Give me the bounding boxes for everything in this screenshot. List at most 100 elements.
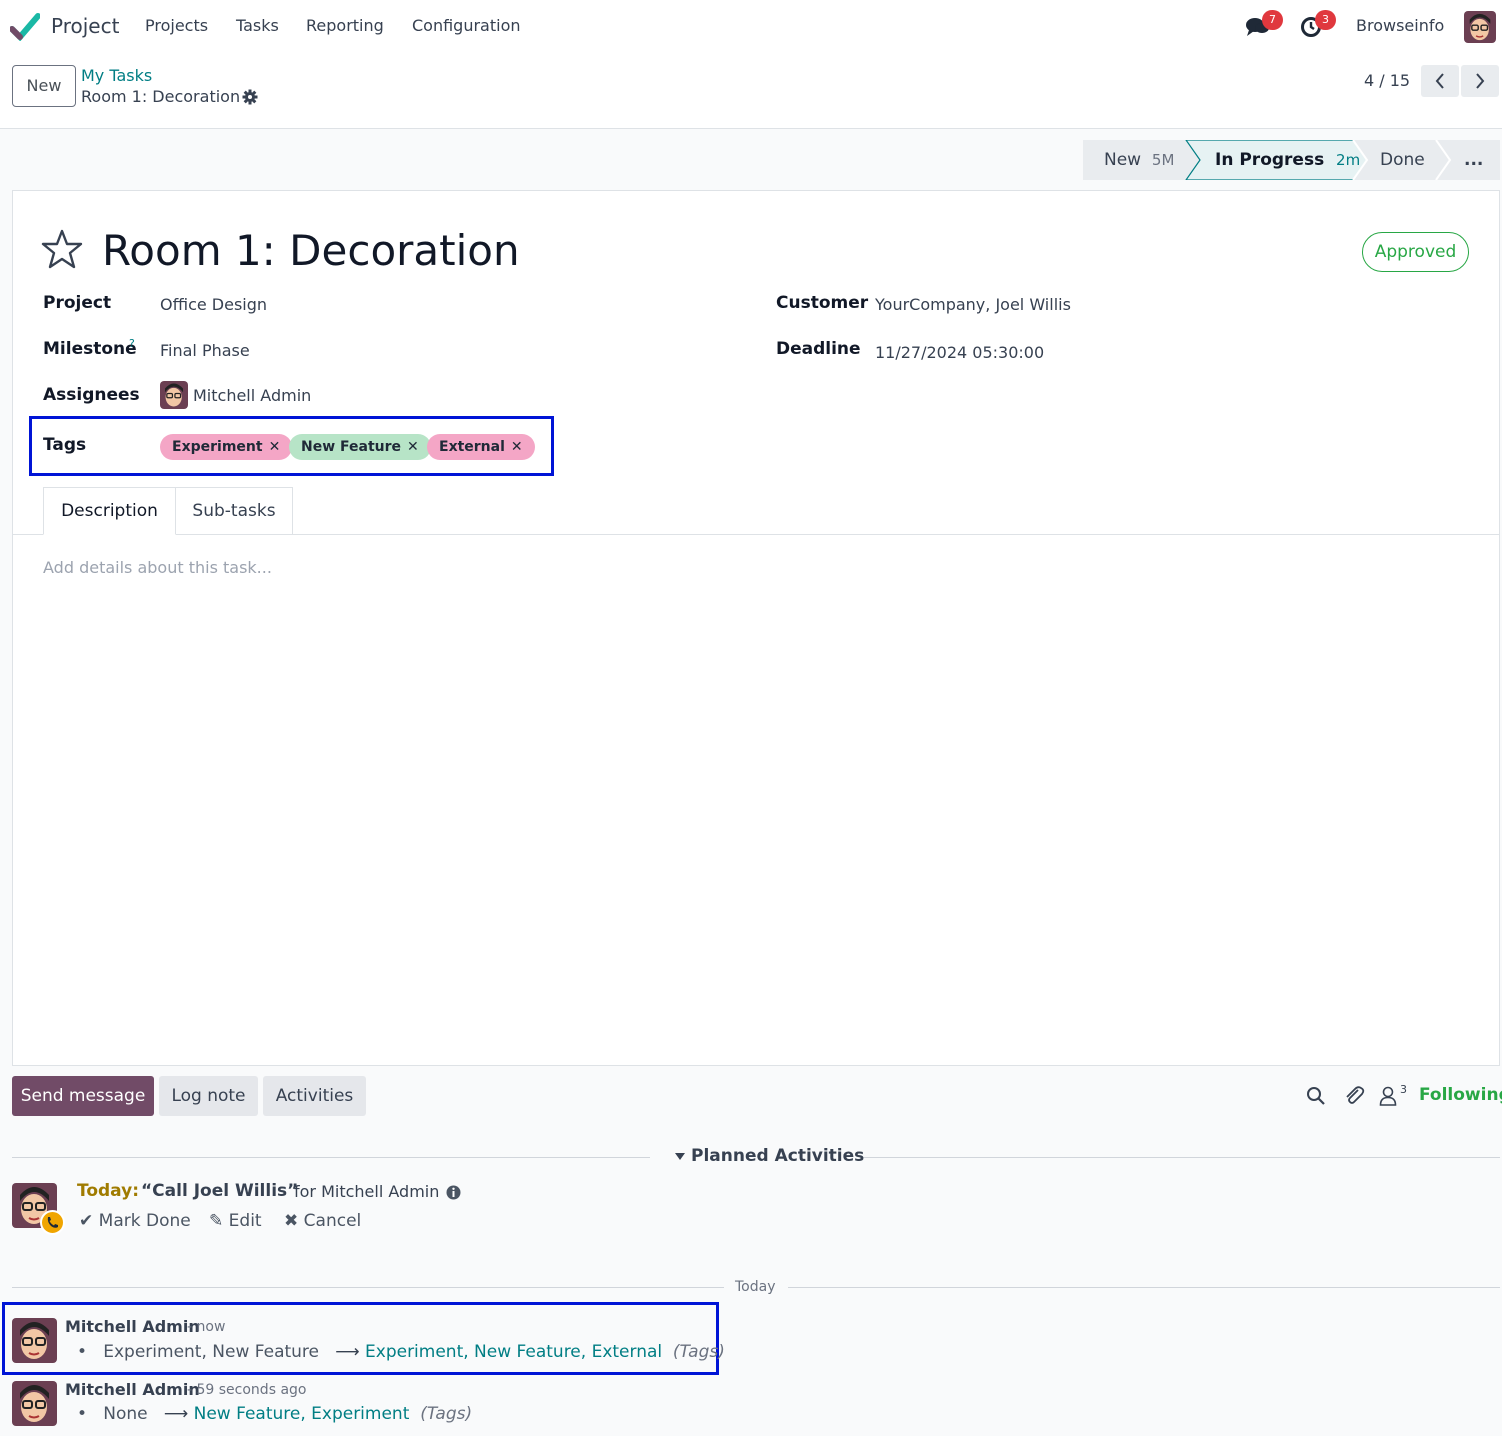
status-badge[interactable]: Approved (1362, 232, 1469, 272)
project-label: Project (43, 293, 112, 313)
message-avatar (12, 1318, 57, 1363)
chevron-left-icon (1435, 73, 1444, 89)
tracking-new-value: New Feature, Experiment (193, 1404, 410, 1424)
menu-projects[interactable]: Projects (145, 16, 208, 35)
arrow-right-icon: ⟶ (163, 1404, 189, 1424)
check-icon: ✔ (79, 1211, 94, 1231)
planned-divider-right (862, 1157, 1500, 1158)
breadcrumb-my-tasks[interactable]: My Tasks (81, 66, 152, 85)
message-author[interactable]: Mitchell Admin (65, 1317, 200, 1336)
description-editor[interactable]: Add details about this task... (43, 558, 272, 577)
activities-button[interactable]: Activities (263, 1076, 366, 1116)
stage-new-duration: 5M (1151, 151, 1175, 169)
tag-experiment[interactable]: Experiment ✕ (160, 434, 293, 460)
log-note-button[interactable]: Log note (159, 1076, 258, 1116)
edit-activity-button[interactable]: ✎ Edit (209, 1211, 262, 1231)
deadline-field[interactable]: 11/27/2024 05:30:00 (875, 343, 1044, 362)
message-author[interactable]: Mitchell Admin (65, 1380, 200, 1399)
cancel-x-icon: ✖ (284, 1211, 299, 1231)
stage-new[interactable]: New 5M (1104, 140, 1174, 180)
menu-tasks[interactable]: Tasks (236, 16, 279, 35)
followers-count: 3 (1400, 1083, 1407, 1096)
activities-badge: 3 (1315, 10, 1336, 30)
planned-divider-left (12, 1157, 650, 1158)
bullet: • (77, 1342, 88, 1362)
project-app-logo-icon[interactable] (10, 13, 40, 41)
date-separator: Today (735, 1279, 776, 1295)
paperclip-icon[interactable] (1343, 1085, 1365, 1107)
message-time: - 59 seconds ago (187, 1382, 307, 1398)
tracking-value: • Experiment, New Feature ⟶ Experiment, … (77, 1342, 725, 1362)
today-divider-right (788, 1287, 1500, 1288)
deadline-label: Deadline (776, 339, 861, 359)
info-icon[interactable] (446, 1185, 461, 1200)
stage-done[interactable]: Done (1380, 140, 1425, 180)
stage-more-button[interactable]: ... (1464, 140, 1483, 180)
arrow-right-icon: ⟶ (335, 1342, 360, 1362)
messages-badge: 7 (1262, 10, 1283, 30)
user-avatar[interactable] (1464, 11, 1496, 43)
phone-icon (40, 1210, 65, 1235)
chevron-right-icon (1476, 73, 1485, 89)
activity-due: Today: (77, 1181, 140, 1201)
tag-new-feature[interactable]: New Feature ✕ (289, 434, 431, 460)
tracking-new-value: Experiment, New Feature, External (365, 1342, 663, 1362)
gear-icon[interactable] (242, 89, 258, 105)
planned-activities-toggle[interactable]: Planned Activities (691, 1146, 864, 1166)
stage-in-progress-duration: 2m (1336, 151, 1361, 169)
project-field[interactable]: Office Design (160, 295, 267, 314)
pager-previous-button[interactable] (1421, 65, 1459, 97)
remove-tag-icon[interactable]: ✕ (269, 439, 281, 455)
customer-label: Customer (776, 293, 869, 313)
pencil-icon: ✎ (209, 1211, 224, 1231)
cancel-activity-button[interactable]: ✖ Cancel (284, 1211, 361, 1231)
send-message-button[interactable]: Send message (12, 1076, 154, 1116)
tracking-field-name: (Tags) (420, 1404, 473, 1424)
task-form-sheet (12, 190, 1500, 1066)
message-avatar-icon (12, 1318, 57, 1363)
assignee-avatar (160, 381, 188, 409)
mark-done-button[interactable]: ✔ Mark Done (79, 1211, 191, 1231)
tab-description[interactable]: Description (43, 487, 176, 535)
milestone-field[interactable]: Final Phase (160, 341, 250, 360)
tracking-old-value: Experiment, New Feature (103, 1342, 320, 1362)
message-avatar-icon (12, 1381, 57, 1426)
search-icon[interactable] (1306, 1086, 1326, 1106)
caret-down-icon[interactable] (674, 1152, 686, 1162)
tracking-old-value: None (103, 1404, 148, 1424)
menu-reporting[interactable]: Reporting (306, 16, 384, 35)
assignees-label: Assignees (43, 385, 140, 405)
pager-next-button[interactable] (1461, 65, 1499, 97)
remove-tag-icon[interactable]: ✕ (407, 439, 419, 455)
pager-value[interactable]: 4 / 15 (1364, 71, 1410, 90)
customer-field[interactable]: YourCompany, Joel Willis (875, 295, 1071, 314)
followers-icon[interactable] (1379, 1086, 1397, 1106)
activity-assignee: for Mitchell Admin (294, 1182, 440, 1201)
message-time: - now (187, 1319, 226, 1335)
new-button[interactable]: New (12, 65, 76, 107)
top-navbar: Project Projects Tasks Reporting Configu… (0, 0, 1502, 54)
assignee-field[interactable]: Mitchell Admin (193, 386, 311, 405)
stage-in-progress[interactable]: In Progress 2m (1215, 140, 1360, 180)
tracking-value: • None ⟶ New Feature, Experiment (Tags) (77, 1404, 472, 1424)
company-switcher[interactable]: Browseinfo (1356, 16, 1444, 35)
assignee-avatar-icon (160, 381, 188, 409)
tab-sub-tasks[interactable]: Sub-tasks (176, 487, 293, 535)
tag-external[interactable]: External ✕ (427, 434, 535, 460)
breadcrumb-current: Room 1: Decoration (81, 87, 241, 106)
tags-label: Tags (43, 435, 87, 455)
today-divider-left (12, 1287, 724, 1288)
menu-configuration[interactable]: Configuration (412, 16, 521, 35)
message-avatar (12, 1381, 57, 1426)
app-name[interactable]: Project (51, 14, 119, 38)
task-title[interactable]: Room 1: Decoration (102, 226, 520, 275)
tracking-field-name: (Tags) (672, 1342, 725, 1362)
bullet: • (77, 1404, 88, 1424)
control-panel: New My Tasks Room 1: Decoration 4 / 15 (0, 54, 1502, 129)
remove-tag-icon[interactable]: ✕ (511, 439, 523, 455)
star-icon[interactable] (41, 229, 83, 269)
milestone-help-icon[interactable]: ? (129, 337, 135, 350)
activity-summary: “Call Joel Willis” (141, 1181, 299, 1201)
following-button[interactable]: Following (1419, 1085, 1502, 1105)
milestone-label: Milestone (43, 339, 137, 359)
